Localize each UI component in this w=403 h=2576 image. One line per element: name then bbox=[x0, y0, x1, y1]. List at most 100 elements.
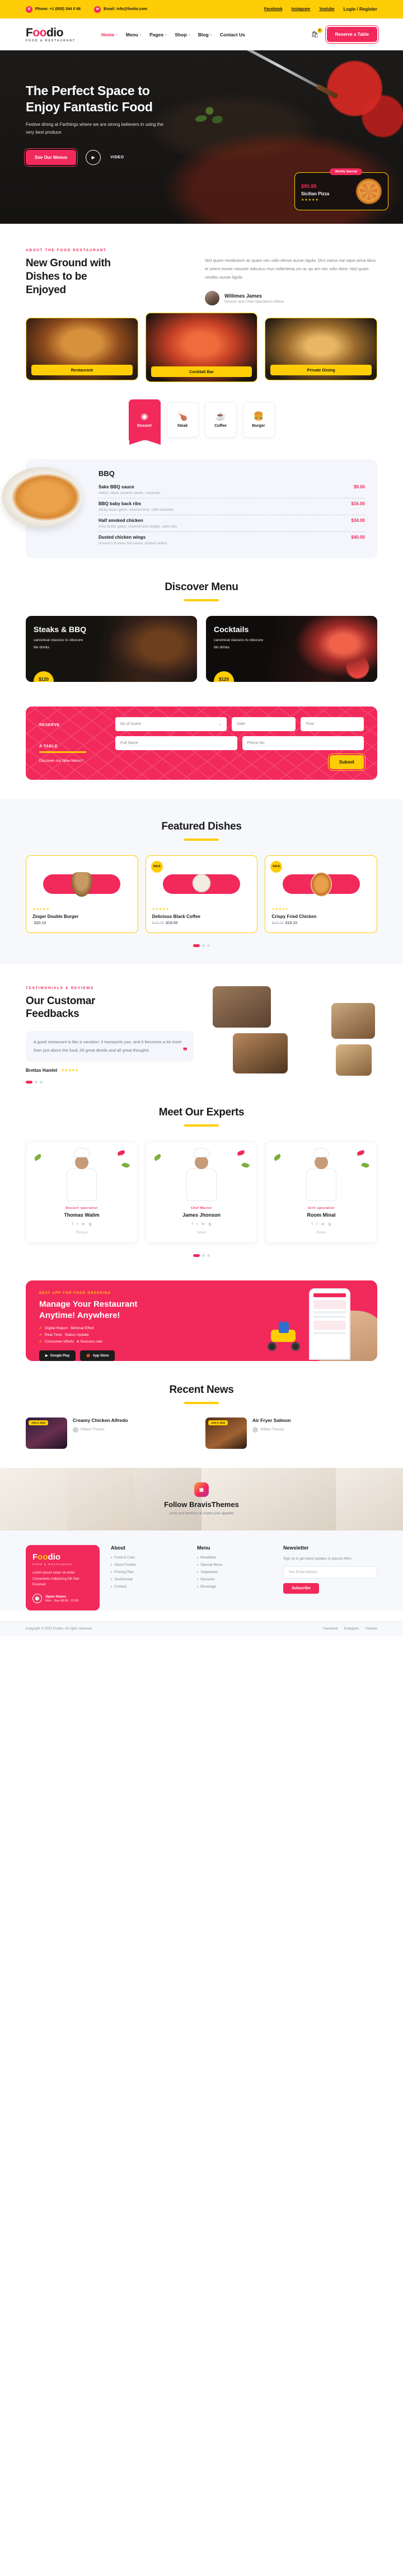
facebook-icon[interactable]: f bbox=[72, 1222, 73, 1226]
category-tab-burger[interactable]: 🍔 Burger bbox=[242, 402, 275, 437]
discover-card-steaks-bbq[interactable]: Steaks & BBQ canonical classics to obscu… bbox=[26, 615, 197, 682]
copyright-text: Copyright © 2022 Foodio. All rights rese… bbox=[26, 1627, 93, 1631]
time-input[interactable]: Time bbox=[300, 717, 364, 731]
linkedin-icon[interactable]: in bbox=[321, 1222, 324, 1226]
chevron-down-icon: ⌄ bbox=[139, 32, 142, 36]
topbar-link-youtube[interactable]: Youtube bbox=[319, 7, 334, 11]
date-input[interactable]: Date bbox=[232, 717, 296, 731]
gallery-image bbox=[336, 1044, 372, 1076]
hero-title-line1: The Perfect Space to bbox=[26, 83, 150, 98]
featured-card[interactable]: ★★★★★ Zinger Double Burger $20.10 bbox=[26, 855, 138, 933]
news-card[interactable]: JUN 9, 2022 Creamy Chicken Alfredo Willi… bbox=[26, 1417, 198, 1449]
carousel-dot[interactable] bbox=[202, 944, 205, 947]
carousel-dot[interactable] bbox=[193, 1254, 200, 1257]
nav-item-home[interactable]: Home ⌄ bbox=[101, 32, 118, 37]
instagram-icon[interactable]: ig bbox=[328, 1222, 331, 1226]
carousel-dot[interactable] bbox=[207, 944, 210, 947]
footer-logo[interactable]: Foodio bbox=[32, 1552, 93, 1562]
linkedin-icon[interactable]: in bbox=[82, 1222, 85, 1226]
footer-link[interactable]: Contact bbox=[111, 1585, 186, 1589]
discover-price-value: $120 bbox=[39, 677, 49, 682]
leaf-icon bbox=[360, 1161, 370, 1169]
footer-link[interactable]: Vegetarian bbox=[197, 1570, 272, 1574]
twitter-icon[interactable]: t bbox=[316, 1222, 317, 1226]
featured-card-image bbox=[152, 867, 251, 902]
footer-link[interactable]: About Foodio bbox=[111, 1563, 186, 1567]
cart-icon[interactable]: 🛍 0 bbox=[311, 28, 322, 38]
footer-link[interactable]: Desserts bbox=[197, 1577, 272, 1581]
menu-row[interactable]: Half smoked chicken $34.00 miso butter g… bbox=[99, 515, 365, 532]
facebook-icon[interactable]: f bbox=[192, 1222, 193, 1226]
topbar-email[interactable]: ✉ Email: info@foolio.com bbox=[94, 6, 147, 13]
nav-item-shop[interactable]: Shop ⌄ bbox=[175, 32, 190, 37]
topbar-link-facebook[interactable]: Facebook bbox=[264, 7, 283, 11]
nav-item-pages[interactable]: Pages ⌄ bbox=[149, 32, 167, 37]
reserve-title-line2: A TABLE bbox=[39, 745, 58, 749]
footer-social-facebook[interactable]: Facebook bbox=[323, 1627, 338, 1631]
news-card[interactable]: JUN 9, 2022 Air Fryer Salmon Williem Tho… bbox=[205, 1417, 377, 1449]
menu-row[interactable]: BBQ baby back ribs $16.00 sticky Asian g… bbox=[99, 498, 365, 515]
carousel-dot[interactable] bbox=[26, 1081, 32, 1084]
phone-input[interactable]: Phone No bbox=[242, 736, 364, 750]
featured-card[interactable]: SALE ★★★★★ Crispy Fried Chicken $45.10 $1… bbox=[265, 855, 378, 933]
see-our-menus-button[interactable]: See Our Menus bbox=[24, 148, 78, 167]
facebook-icon[interactable]: f bbox=[312, 1222, 313, 1226]
reserve-table-button[interactable]: Reserve a Table bbox=[325, 25, 379, 44]
venue-card-private-dining[interactable]: Private Dining bbox=[265, 318, 378, 380]
menu-row[interactable]: Sake BBQ sauce $9.00 radish, black sesam… bbox=[99, 482, 365, 498]
scooter-rider bbox=[279, 1321, 289, 1333]
login-register-link[interactable]: Login / Register bbox=[344, 7, 377, 12]
play-icon[interactable]: ▶ bbox=[86, 149, 101, 165]
expert-card[interactable]: Grill specialist Room Minal f t in ig Ro… bbox=[265, 1141, 377, 1243]
twitter-icon[interactable]: t bbox=[77, 1222, 78, 1226]
site-logo[interactable]: Foo dio FOOD & RESTAURANT bbox=[26, 27, 76, 43]
topbar-email-text: Email: info@foolio.com bbox=[104, 7, 148, 11]
weekly-special-card[interactable]: Weekly Special $90.85 Sicilian Pizza ★★★… bbox=[294, 168, 388, 210]
submit-button[interactable]: Submit bbox=[327, 753, 366, 771]
instagram-icon[interactable]: ig bbox=[208, 1222, 211, 1226]
carousel-dot[interactable] bbox=[193, 944, 200, 947]
fullname-input[interactable]: Full Name bbox=[115, 736, 237, 750]
topbar-phone[interactable]: ✆ Phone: +1 (850) 344 0 66 bbox=[26, 6, 81, 13]
category-tab-dessert[interactable]: ◉ Dessert bbox=[128, 399, 161, 445]
footer-link[interactable]: Breakfast bbox=[197, 1556, 272, 1560]
app-features: ✔ Digital Report Minimal Effort ✔ Real Time… bbox=[39, 1326, 207, 1344]
footer-link[interactable]: Special Menu bbox=[197, 1563, 272, 1567]
topbar-link-instagram[interactable]: Instagram bbox=[292, 7, 310, 11]
footer-link[interactable]: Food & Care bbox=[111, 1556, 186, 1560]
news-title: Recent News bbox=[169, 1384, 234, 1396]
category-tab-steak[interactable]: 🍗 Steak bbox=[166, 402, 199, 437]
carousel-dot[interactable] bbox=[207, 1254, 210, 1257]
footer-social-instagram[interactable]: Instagram bbox=[344, 1627, 359, 1631]
nav-item-menu[interactable]: Menu ⌄ bbox=[126, 32, 142, 37]
footer-social-youtube[interactable]: Youtube bbox=[365, 1627, 377, 1631]
carousel-dot[interactable] bbox=[40, 1081, 43, 1084]
category-tab-coffee[interactable]: ☕ Coffee bbox=[204, 402, 237, 437]
about-title-line2: Dishes to be bbox=[26, 270, 87, 282]
expert-card[interactable]: Dessert specialist Thomas Walim f t in i… bbox=[26, 1141, 138, 1243]
menu-row[interactable]: Dusted chicken wings $40.00 tossed in Ko… bbox=[99, 532, 365, 548]
nav-item-contact[interactable]: Contact Us bbox=[220, 32, 245, 37]
guest-select[interactable]: No of Guest ⌄ bbox=[115, 717, 227, 731]
footer-link[interactable]: Testimonial bbox=[111, 1577, 186, 1581]
news-card-body: Creamy Chicken Alfredo Williem Thomas bbox=[73, 1417, 128, 1449]
footer-link[interactable]: Beverage bbox=[197, 1585, 272, 1589]
carousel-dot[interactable] bbox=[202, 1254, 205, 1257]
venue-card-cocktail-bar[interactable]: Cocktail Bar bbox=[145, 313, 258, 382]
discover-card-cocktails[interactable]: Cocktails canonical classics to obscure … bbox=[206, 615, 377, 682]
footer-link[interactable]: Pricing Plan bbox=[111, 1570, 186, 1574]
featured-card[interactable]: SALE ★★★★★ Delicious Black Coffee $75.76… bbox=[145, 855, 258, 933]
linkedin-icon[interactable]: in bbox=[202, 1222, 204, 1226]
instagram-icon[interactable]: ig bbox=[88, 1222, 91, 1226]
newsletter-email-input[interactable]: Your Email Address bbox=[283, 1566, 377, 1579]
twitter-icon[interactable]: t bbox=[196, 1222, 198, 1226]
app-store-button[interactable]: 🍎 App Store bbox=[80, 1350, 115, 1361]
venue-card-restaurant[interactable]: Restaurant bbox=[26, 318, 138, 380]
footer-logo-f: F bbox=[32, 1552, 38, 1562]
subscribe-button[interactable]: Subscribe bbox=[283, 1583, 319, 1594]
nav-item-blog[interactable]: Blog ⌄ bbox=[198, 32, 212, 37]
google-play-button[interactable]: ▶ Google Play bbox=[39, 1350, 76, 1361]
expert-card[interactable]: Chef Master James Jhonson f t in ig Jame… bbox=[146, 1141, 257, 1243]
carousel-dot[interactable] bbox=[35, 1081, 38, 1084]
app-eyebrow: BEST APP FOR FOOD ORDERING bbox=[39, 1292, 111, 1295]
